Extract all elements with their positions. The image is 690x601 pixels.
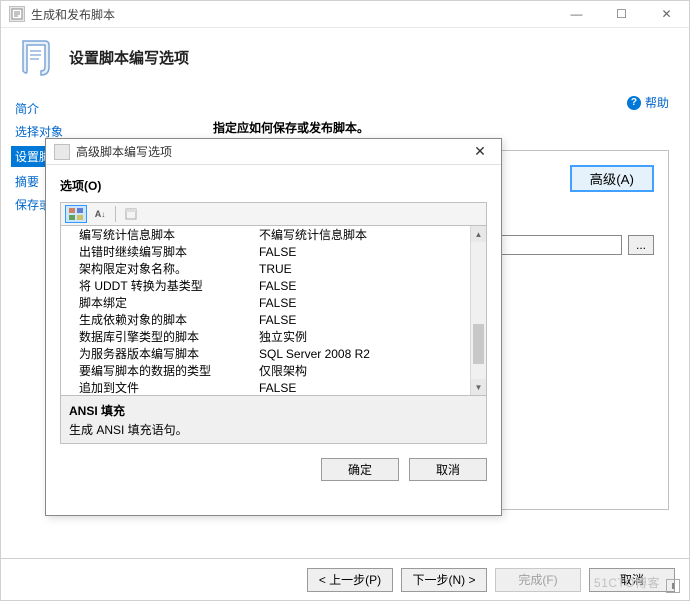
grid-rows[interactable]: 编写统计信息脚本不编写统计信息脚本 出错时继续编写脚本FALSE 架构限定对象名… <box>61 226 470 395</box>
watermark-area <box>666 579 680 593</box>
dialog-close-button[interactable]: ✕ <box>459 139 501 164</box>
grid-row[interactable]: 生成依赖对象的脚本FALSE <box>61 311 470 328</box>
grid-row[interactable]: 脚本绑定FALSE <box>61 294 470 311</box>
description-title: ANSI 填充 <box>69 402 478 419</box>
next-button[interactable]: 下一步(N) > <box>401 568 487 592</box>
grid-row[interactable]: 出错时继续编写脚本FALSE <box>61 243 470 260</box>
finish-button: 完成(F) <box>495 568 581 592</box>
grid-row[interactable]: 追加到文件FALSE <box>61 379 470 395</box>
grid-row[interactable]: 架构限定对象名称。TRUE <box>61 260 470 277</box>
prev-button[interactable]: < 上一步(P) <box>307 568 393 592</box>
advanced-button[interactable]: 高级(A) <box>570 165 654 192</box>
sidebar-item-intro[interactable]: 简介 <box>15 100 187 117</box>
dialog-icon <box>54 144 70 160</box>
app-icon <box>9 6 25 22</box>
window-buttons: — ☐ ✕ <box>554 1 689 27</box>
minimize-button[interactable]: — <box>554 1 599 27</box>
dialog-cancel-button[interactable]: 取消 <box>409 458 487 481</box>
categorized-button[interactable] <box>65 205 87 223</box>
scroll-track[interactable] <box>471 242 486 379</box>
grid-row[interactable]: 数据库引擎类型的脚本独立实例 <box>61 328 470 345</box>
grid-row[interactable]: 为服务器版本编写脚本SQL Server 2008 R2 <box>61 345 470 362</box>
grid-row[interactable]: 要编写脚本的数据的类型仅限架构 <box>61 362 470 379</box>
scroll-down-button[interactable]: ▼ <box>471 379 486 395</box>
advanced-dialog: 高级脚本编写选项 ✕ 选项(O) A↓ 编写统计信息脚本不编写统计信息脚本 出错… <box>45 138 502 516</box>
dialog-body: 选项(O) A↓ 编写统计信息脚本不编写统计信息脚本 出错时继续编写脚本FALS… <box>46 165 501 493</box>
scroll-up-button[interactable]: ▲ <box>471 226 486 242</box>
script-icon <box>15 37 55 77</box>
wizard-footer: < 上一步(P) 下一步(N) > 完成(F) 取消 <box>1 558 689 600</box>
property-pages-button[interactable] <box>120 205 142 223</box>
property-grid: 编写统计信息脚本不编写统计信息脚本 出错时继续编写脚本FALSE 架构限定对象名… <box>60 226 487 396</box>
grid-scrollbar[interactable]: ▲ ▼ <box>470 226 486 395</box>
help-link[interactable]: ? 帮助 <box>627 94 669 111</box>
dialog-titlebar: 高级脚本编写选项 ✕ <box>46 139 501 165</box>
dialog-title: 高级脚本编写选项 <box>76 143 459 160</box>
description-text: 生成 ANSI 填充语句。 <box>69 421 478 438</box>
help-icon: ? <box>627 96 641 110</box>
help-label: 帮助 <box>645 94 669 111</box>
cancel-button[interactable]: 取消 <box>589 568 675 592</box>
options-label: 选项(O) <box>60 177 487 194</box>
instruction-text: 指定应如何保存或发布脚本。 <box>213 119 669 136</box>
grid-toolbar: A↓ <box>60 202 487 226</box>
scroll-thumb[interactable] <box>473 324 484 364</box>
mouse-icon <box>666 579 680 593</box>
window-title: 生成和发布脚本 <box>31 6 554 23</box>
wizard-header: 设置脚本编写选项 <box>1 28 689 86</box>
maximize-button[interactable]: ☐ <box>599 1 644 27</box>
wizard-titlebar: 生成和发布脚本 — ☐ ✕ <box>1 1 689 28</box>
grid-row[interactable]: 编写统计信息脚本不编写统计信息脚本 <box>61 226 470 243</box>
page-title: 设置脚本编写选项 <box>69 47 189 68</box>
grid-row[interactable]: 将 UDDT 转换为基类型FALSE <box>61 277 470 294</box>
browse-button[interactable]: ... <box>628 235 654 255</box>
toolbar-separator <box>115 206 116 222</box>
dialog-buttons: 确定 取消 <box>60 458 487 481</box>
description-box: ANSI 填充 生成 ANSI 填充语句。 <box>60 396 487 444</box>
alphabetical-button[interactable]: A↓ <box>89 205 111 223</box>
close-button[interactable]: ✕ <box>644 1 689 27</box>
ok-button[interactable]: 确定 <box>321 458 399 481</box>
